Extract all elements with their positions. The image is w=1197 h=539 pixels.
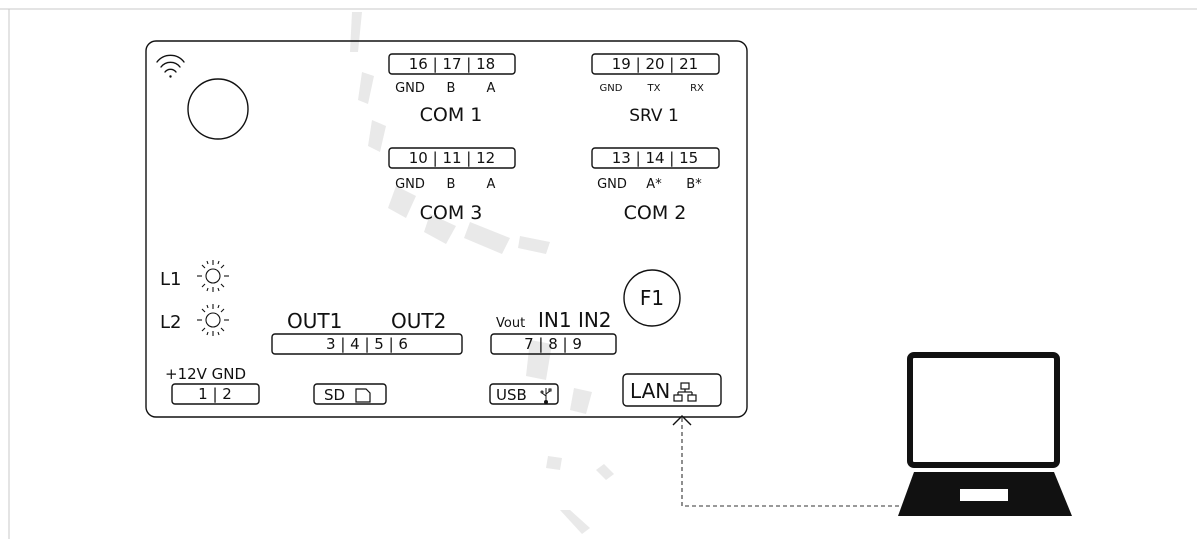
com3-signal-1: GND — [395, 177, 425, 192]
sd-port: SD — [313, 383, 387, 405]
com2-terminal: 13 | 14 | 15 GND A* B* COM 2 — [591, 147, 720, 224]
led-l2: L2 — [160, 304, 229, 336]
network-icon — [673, 382, 697, 402]
lan-label: LAN — [630, 379, 670, 403]
outputs-terminal: OUT1 OUT2 3 | 4 | 5 | 6 — [271, 309, 463, 355]
led-l2-label: L2 — [160, 312, 181, 333]
com3-title: COM 3 — [420, 202, 483, 224]
com1-terminal: 16 | 17 | 18 GND B A COM 1 — [388, 53, 516, 126]
led-l1: L1 — [160, 260, 229, 292]
fuse-label: F1 — [640, 286, 664, 310]
com2-pins: 13 | 14 | 15 — [612, 149, 698, 167]
out2-label: OUT2 — [391, 309, 446, 333]
vout-label: Vout — [496, 316, 525, 331]
watermark — [350, 12, 614, 534]
com2-signal-1: GND — [597, 177, 627, 192]
srv1-signal-3: RX — [690, 83, 704, 94]
com3-signal-2: B — [447, 177, 456, 192]
laptop-icon — [898, 352, 1072, 516]
outputs-pins: 3 | 4 | 5 | 6 — [326, 335, 408, 353]
srv1-title: SRV 1 — [629, 106, 679, 126]
inputs-label: IN1 IN2 — [538, 308, 612, 332]
out1-label: OUT1 — [287, 309, 342, 333]
fuse-f1: F1 — [623, 269, 681, 327]
lan-port: LAN — [622, 373, 722, 407]
led-icon — [197, 260, 229, 292]
usb-port: USB — [489, 383, 559, 405]
inputs-pins: 7 | 8 | 9 — [524, 335, 582, 353]
srv1-terminal: 19 | 20 | 21 GND TX RX SRV 1 — [591, 53, 720, 126]
led-icon — [197, 304, 229, 336]
usb-label: USB — [496, 386, 527, 404]
power-label: +12V GND — [165, 365, 246, 383]
com2-signal-3: B* — [686, 177, 702, 192]
led-l1-label: L1 — [160, 269, 181, 290]
srv1-pins: 19 | 20 | 21 — [612, 55, 698, 73]
srv1-signal-1: GND — [600, 83, 623, 94]
dashed-cable — [681, 418, 900, 507]
com2-title: COM 2 — [624, 202, 687, 224]
com1-signal-1: GND — [395, 81, 425, 96]
connection-diagram: 16 | 17 | 18 GND B A COM 1 19 | 20 | 21 … — [0, 8, 1197, 539]
power-pins: 1 | 2 — [198, 385, 232, 403]
com2-signal-2: A* — [646, 177, 662, 192]
com3-signal-3: A — [487, 177, 496, 192]
com1-title: COM 1 — [420, 104, 483, 126]
usb-icon — [540, 388, 552, 404]
com1-pins: 16 | 17 | 18 — [409, 55, 495, 73]
com3-pins: 10 | 11 | 12 — [409, 149, 495, 167]
com1-signal-3: A — [487, 81, 496, 96]
lan-connection — [672, 415, 900, 507]
inputs-terminal: Vout IN1 IN2 7 | 8 | 9 — [490, 308, 617, 355]
sd-card-icon — [355, 388, 371, 403]
antenna-circle — [187, 78, 249, 140]
power-terminal: +12V GND 1 | 2 — [165, 365, 260, 405]
srv1-signal-2: TX — [647, 83, 661, 94]
sd-label: SD — [324, 386, 345, 404]
wifi-icon — [156, 54, 185, 78]
com1-signal-2: B — [447, 81, 456, 96]
